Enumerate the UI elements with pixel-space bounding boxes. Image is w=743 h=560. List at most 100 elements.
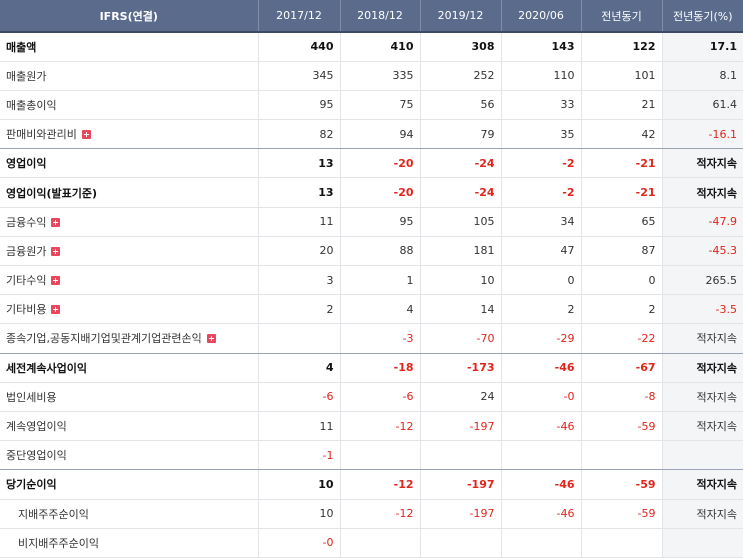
table-cell: 적자지속	[662, 177, 743, 208]
row-label: 비지배주주순이익	[0, 528, 259, 558]
table-cell: 적자지속	[662, 323, 743, 354]
table-cell: 440	[258, 32, 341, 62]
table-cell: 35	[501, 119, 582, 150]
row-label: 매출총이익	[0, 90, 259, 121]
table-cell: 적자지속	[662, 499, 743, 529]
table-row: 계속영업이익 11 -12 -197 -46 -59 적자지속	[0, 411, 743, 442]
table-row: 판매비와관리비 82 94 79 35 42 -16.1	[0, 119, 743, 150]
table-row: 기타수익 3 1 10 0 0 265.5	[0, 265, 743, 296]
table-cell: 적자지속	[662, 353, 743, 383]
table-cell: -46	[501, 411, 582, 442]
table-cell: -24	[420, 148, 502, 179]
table-cell: 47	[501, 236, 582, 267]
table-cell: 적자지속	[662, 148, 743, 179]
table-cell: -173	[420, 353, 502, 383]
table-cell: 4	[340, 294, 421, 325]
row-label: 당기순이익	[0, 469, 259, 500]
table-cell: 20	[258, 236, 341, 267]
table-row: 세전계속사업이익 4 -18 -173 -46 -67 적자지속	[0, 353, 743, 383]
table-cell: -197	[420, 499, 502, 529]
expand-plus-icon[interactable]	[81, 130, 91, 140]
row-label: 매출액	[0, 32, 259, 62]
row-label-text: 금융수익	[6, 215, 47, 229]
table-cell: 21	[581, 90, 663, 121]
row-label: 지배주주순이익	[0, 499, 259, 529]
table-cell: -67	[581, 353, 663, 383]
table-cell: -3.5	[662, 294, 743, 325]
table-cell: -45.3	[662, 236, 743, 267]
row-label-text: 기타비용	[6, 303, 47, 317]
table-cell: 61.4	[662, 90, 743, 121]
table-cell: 11	[258, 411, 341, 442]
table-cell: 1	[340, 265, 421, 296]
table-cell: -22	[581, 323, 663, 354]
table-cell: 345	[258, 61, 341, 91]
row-label: 영업이익	[0, 148, 259, 179]
table-cell: 335	[340, 61, 421, 91]
table-cell	[501, 528, 582, 558]
column-header: 2017/12	[258, 0, 341, 33]
table-cell: -1	[258, 440, 341, 471]
row-label: 중단영업이익	[0, 440, 259, 471]
table-cell: 3	[258, 265, 341, 296]
table-cell: -70	[420, 323, 502, 354]
table-cell	[581, 440, 663, 471]
table-cell: 13	[258, 177, 341, 208]
table-row: 기타비용 2 4 14 2 2 -3.5	[0, 294, 743, 325]
table-cell: 265.5	[662, 265, 743, 296]
expand-plus-icon[interactable]	[51, 217, 61, 227]
table-cell: -6	[258, 382, 341, 412]
table-cell: 110	[501, 61, 582, 91]
table-cell: -18	[340, 353, 421, 383]
table-cell: 11	[258, 207, 341, 237]
table-cell: -46	[501, 499, 582, 529]
table-row: 금융원가 20 88 181 47 87 -45.3	[0, 236, 743, 267]
table-cell: 101	[581, 61, 663, 91]
table-cell: -46	[501, 353, 582, 383]
column-header: 전년동기(%)	[662, 0, 743, 33]
row-label-text: 종속기업,공동지배기업및관계기업관련손익	[6, 332, 202, 346]
table-row: 금융수익 11 95 105 34 65 -47.9	[0, 207, 743, 237]
table-cell	[340, 440, 421, 471]
row-label: 종속기업,공동지배기업및관계기업관련손익	[0, 323, 259, 354]
expand-plus-icon[interactable]	[206, 334, 216, 344]
table-cell	[258, 323, 341, 354]
row-label: 계속영업이익	[0, 411, 259, 442]
column-header: 2020/06	[501, 0, 582, 33]
table-cell: -59	[581, 411, 663, 442]
table-cell	[581, 528, 663, 558]
table-cell: -2	[501, 148, 582, 179]
table-cell: -8	[581, 382, 663, 412]
table-row: 법인세비용 -6 -6 24 -0 -8 적자지속	[0, 382, 743, 412]
table-cell: 95	[258, 90, 341, 121]
table-cell: 적자지속	[662, 411, 743, 442]
table-cell: -59	[581, 469, 663, 500]
table-cell: -0	[501, 382, 582, 412]
expand-plus-icon[interactable]	[51, 276, 61, 286]
table-cell: -24	[420, 177, 502, 208]
table-cell: 410	[340, 32, 421, 62]
table-cell: -21	[581, 177, 663, 208]
table-cell: 143	[501, 32, 582, 62]
expand-plus-icon[interactable]	[51, 305, 61, 315]
table-cell	[662, 528, 743, 558]
header-title: IFRS(연결)	[0, 0, 259, 33]
table-cell: 94	[340, 119, 421, 150]
table-row: 종속기업,공동지배기업및관계기업관련손익 -3 -70 -29 -22 적자지속	[0, 323, 743, 354]
table-cell: 10	[258, 469, 341, 500]
table-cell: -46	[501, 469, 582, 500]
row-label: 법인세비용	[0, 382, 259, 412]
table-cell: 308	[420, 32, 502, 62]
table-row: 지배주주순이익 10 -12 -197 -46 -59 적자지속	[0, 499, 743, 529]
table-cell	[340, 528, 421, 558]
expand-plus-icon[interactable]	[51, 246, 61, 256]
table-cell: -197	[420, 411, 502, 442]
table-cell: -12	[340, 411, 421, 442]
table-cell: 8.1	[662, 61, 743, 91]
table-row: 당기순이익 10 -12 -197 -46 -59 적자지속	[0, 469, 743, 500]
table-cell: -47.9	[662, 207, 743, 237]
table-cell: 56	[420, 90, 502, 121]
table-cell: -29	[501, 323, 582, 354]
table-cell: 75	[340, 90, 421, 121]
table-cell: 17.1	[662, 32, 743, 62]
